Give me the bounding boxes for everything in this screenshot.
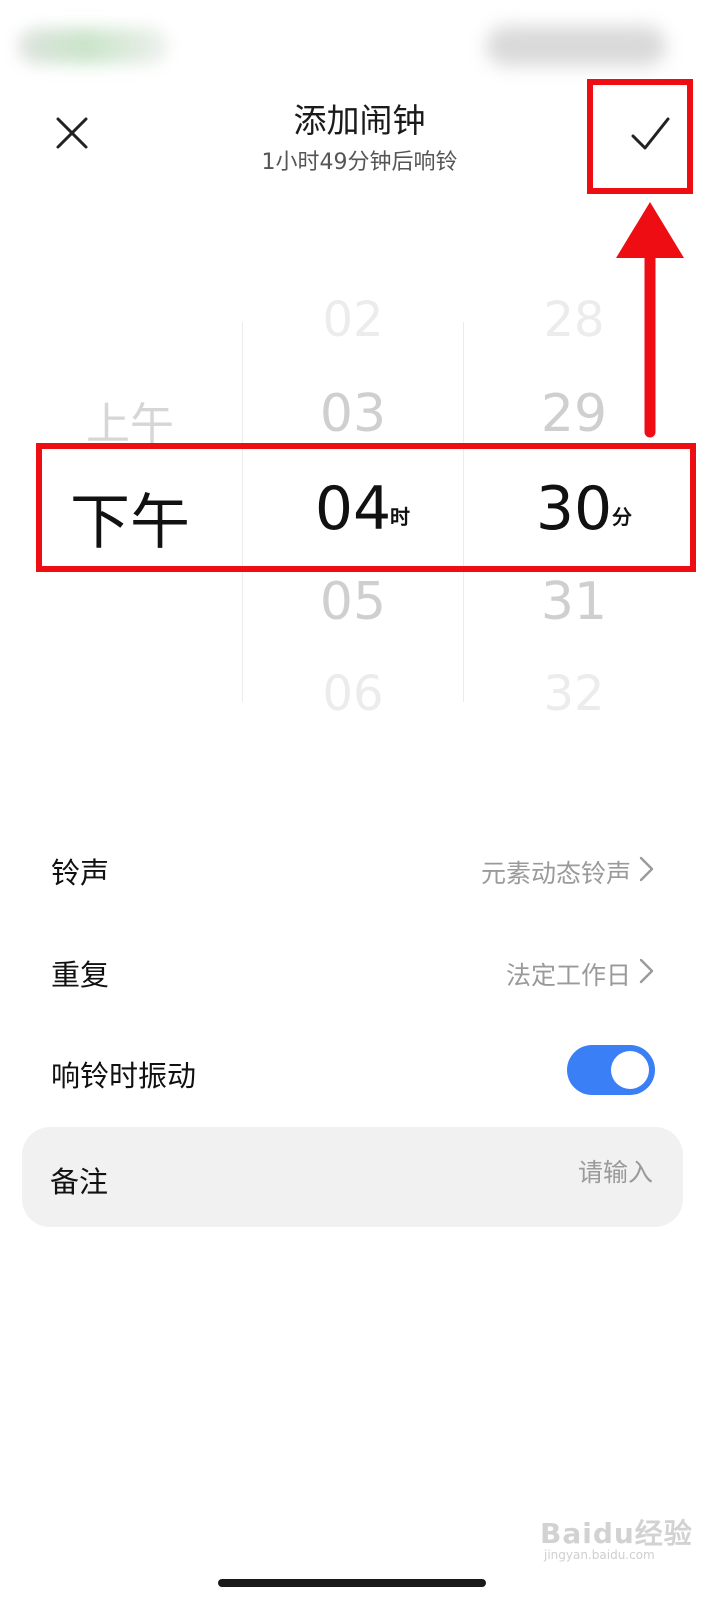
ringtone-row[interactable]: 铃声 元素动态铃声 <box>0 822 719 912</box>
picker-minute-option[interactable]: 31 <box>474 572 674 632</box>
watermark-main: Baidu经验 <box>540 1517 693 1550</box>
picker-minute-option[interactable]: 29 <box>474 384 674 444</box>
ringtone-label: 铃声 <box>51 856 110 890</box>
note-row[interactable]: 备注 <box>22 1127 683 1227</box>
vibrate-toggle[interactable] <box>567 1045 655 1095</box>
repeat-value: 法定工作日 <box>505 961 631 990</box>
picker-minute-option[interactable]: 32 <box>474 666 674 722</box>
status-bar-left-blurred <box>18 28 168 64</box>
chevron-right-icon <box>639 958 654 984</box>
status-bar <box>0 0 719 80</box>
status-bar-right-blurred <box>486 26 666 66</box>
highlight-box-confirm <box>587 79 693 194</box>
repeat-label: 重复 <box>51 958 110 992</box>
picker-hour-option[interactable]: 05 <box>253 572 453 632</box>
note-label: 备注 <box>50 1165 109 1199</box>
ringtone-value: 元素动态铃声 <box>480 859 631 888</box>
baidu-jingyan-watermark: Baidu经验 jingyan.baidu.com <box>540 1508 710 1568</box>
highlight-box-selected-time <box>36 443 696 572</box>
home-indicator[interactable] <box>218 1579 486 1587</box>
watermark-sub: jingyan.baidu.com <box>544 1548 655 1562</box>
toggle-knob <box>611 1051 649 1089</box>
repeat-row[interactable]: 重复 法定工作日 <box>0 924 719 1014</box>
chevron-right-icon <box>639 856 654 882</box>
picker-hour-option[interactable]: 02 <box>253 292 453 348</box>
note-input[interactable] <box>351 1157 655 1188</box>
picker-minute-option[interactable]: 28 <box>474 292 674 348</box>
picker-hour-option[interactable]: 06 <box>253 666 453 722</box>
vibrate-label: 响铃时振动 <box>51 1059 197 1093</box>
picker-hour-option[interactable]: 03 <box>253 384 453 444</box>
